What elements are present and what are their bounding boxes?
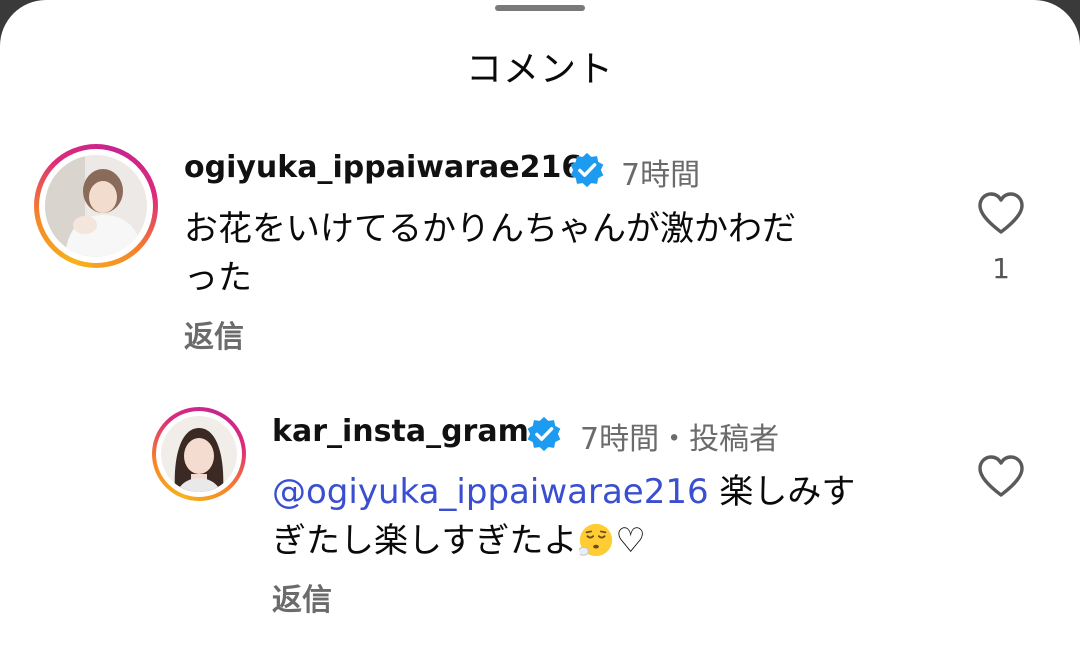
like-heart-icon[interactable] <box>976 190 1026 236</box>
verified-badge-icon <box>527 416 561 452</box>
comment-time: 7時間・投稿者 <box>580 422 780 457</box>
comment-username[interactable]: ogiyuka_ippaiwarae216 <box>184 150 582 185</box>
like-count: 1 <box>992 252 1010 285</box>
comment-text-line: 楽しみす <box>719 472 856 512</box>
reply-button[interactable]: 返信 <box>272 575 332 619</box>
comment-text-line: った <box>184 258 252 298</box>
comment-text-line: ぎたし楽しすぎたよ <box>272 521 578 561</box>
like-heart-icon[interactable] <box>976 453 1026 499</box>
face-exhaling-icon <box>578 523 613 557</box>
drag-handle[interactable] <box>495 5 585 11</box>
reply-button[interactable]: 返信 <box>184 312 244 356</box>
comment-time: 7時間 <box>621 158 701 193</box>
comment-text: @ogiyuka_ippaiwarae216 楽しみす ぎたし楽しすぎたよ ♡ <box>272 468 855 566</box>
comment-text: お花をいけてるかりんちゃんが激かわだ った <box>184 205 796 303</box>
page-title: コメント <box>465 49 614 90</box>
avatar[interactable] <box>152 407 246 501</box>
avatar[interactable] <box>34 144 158 268</box>
avatar-photo <box>161 416 237 492</box>
mention-link[interactable]: @ogiyuka_ippaiwarae216 <box>272 472 709 512</box>
comment-text-line: お花をいけてるかりんちゃんが激かわだ <box>184 209 796 249</box>
comments-sheet: コメント ogiyuka_ippaiwarae216 7時間 お花をいけてるかり… <box>0 0 1080 661</box>
comment-username[interactable]: kar_insta_gram <box>272 414 529 449</box>
avatar-photo <box>45 155 147 257</box>
heart-glyph: ♡ <box>615 521 646 561</box>
verified-badge-icon <box>570 152 604 188</box>
